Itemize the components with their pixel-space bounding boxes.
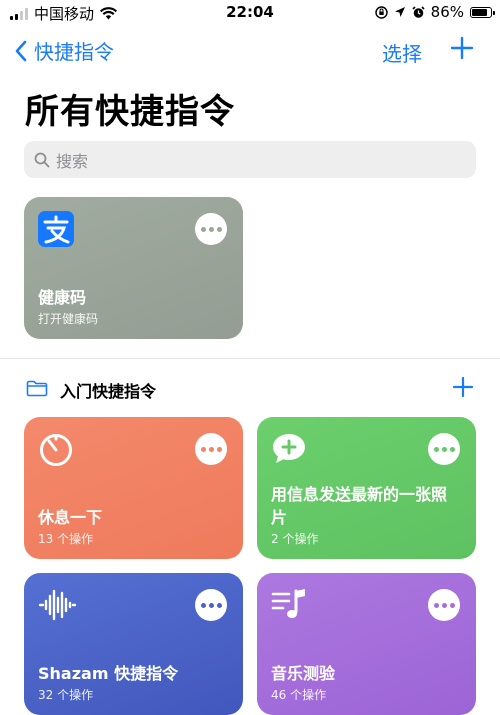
search-icon: [34, 152, 50, 167]
more-options-button[interactable]: [195, 433, 227, 465]
status-right: 86%: [374, 3, 495, 21]
shortcut-card-take-a-break[interactable]: 休息一下 13 个操作: [24, 417, 243, 559]
page-title: 所有快捷指令: [25, 92, 235, 132]
navigation-bar: 快捷指令 选择: [0, 32, 500, 72]
battery-icon: [470, 6, 495, 18]
shortcut-title: 音乐测验: [271, 664, 336, 683]
select-button[interactable]: 选择: [382, 38, 422, 67]
timer-icon: [38, 431, 74, 471]
battery-fill: [472, 8, 487, 16]
more-options-button[interactable]: [195, 589, 227, 621]
back-button-label: 快捷指令: [34, 40, 114, 64]
shortcut-subtitle: 46 个操作: [271, 688, 327, 702]
folder-icon: [26, 380, 48, 397]
shortcut-card-music-quiz[interactable]: 音乐测验 46 个操作: [257, 573, 476, 715]
orientation-lock-icon: [374, 5, 388, 19]
search-input[interactable]: 搜索: [24, 141, 476, 178]
shortcut-title: 休息一下: [38, 508, 103, 527]
location-icon: [394, 7, 405, 17]
message-plus-icon: [271, 431, 307, 471]
alipay-icon: [38, 211, 74, 251]
shortcut-title: Shazam 快捷指令: [38, 664, 179, 683]
music-note-icon: [271, 587, 309, 627]
shortcut-card-health-code[interactable]: 健康码 打开健康码: [24, 197, 243, 339]
folder-title: 入门快捷指令: [60, 382, 157, 401]
folder-header: 入门快捷指令: [24, 376, 476, 402]
shortcut-subtitle: 2 个操作: [271, 532, 319, 546]
add-to-folder-button[interactable]: [452, 376, 474, 398]
waveform-icon: [38, 587, 77, 627]
more-options-button[interactable]: [195, 213, 227, 245]
more-options-button[interactable]: [428, 589, 460, 621]
alarm-icon: [412, 5, 425, 18]
back-button[interactable]: 快捷指令: [14, 36, 114, 65]
add-shortcut-button[interactable]: [450, 36, 474, 60]
chevron-left-icon: [15, 40, 27, 61]
shortcut-title: 健康码: [38, 288, 87, 307]
shortcut-subtitle: 13 个操作: [38, 532, 94, 546]
shortcut-card-shazam[interactable]: Shazam 快捷指令 32 个操作: [24, 573, 243, 715]
shortcut-card-send-latest-photo[interactable]: 用信息发送最新的一张照片 2 个操作: [257, 417, 476, 559]
shortcut-title: 用信息发送最新的一张照片: [271, 485, 448, 527]
search-placeholder: 搜索: [56, 151, 89, 171]
section-divider: [0, 358, 500, 359]
shortcut-subtitle: 32 个操作: [38, 688, 94, 702]
shortcut-subtitle: 打开健康码: [38, 312, 99, 326]
battery-percent: 86%: [430, 3, 464, 21]
more-options-button[interactable]: [428, 433, 460, 465]
status-bar: 中国移动 22:04 86%: [0, 0, 500, 26]
